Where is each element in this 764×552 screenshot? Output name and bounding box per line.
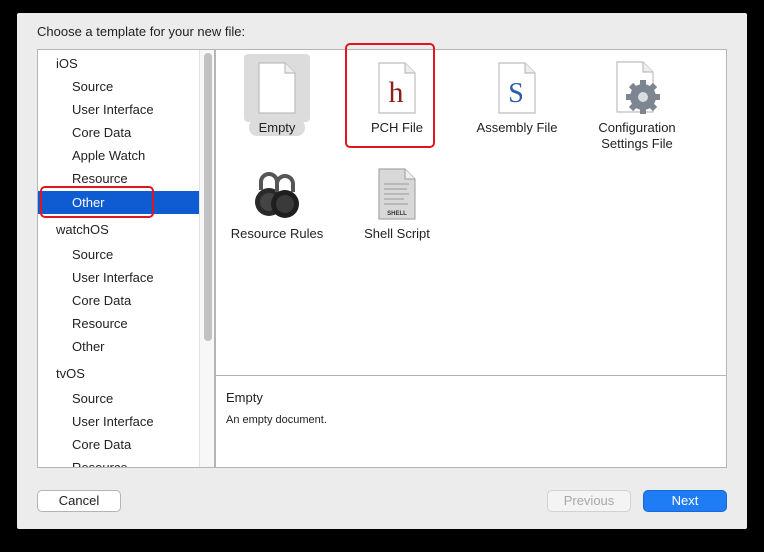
template-shell-script-label: Shell Script: [364, 226, 430, 241]
shell-script-document-icon: SHELL: [364, 160, 430, 228]
shell-badge: SHELL: [387, 211, 407, 217]
template-configuration-label-line2: Settings File: [601, 136, 673, 151]
sidebar-item-watchos-core-data[interactable]: Core Data: [38, 289, 199, 312]
template-gallery: Empty h PCH File S Assembly File Configu…: [215, 49, 727, 376]
previous-button[interactable]: Previous: [547, 490, 631, 512]
sidebar-item-watchos-other[interactable]: Other: [38, 335, 199, 358]
sidebar-item-tvos-user-interface[interactable]: User Interface: [38, 410, 199, 433]
sidebar-group-tvos[interactable]: tvOS: [38, 362, 199, 385]
template-empty-label: Empty: [248, 119, 306, 136]
description-title: Empty: [226, 390, 263, 405]
template-description-panel: Empty An empty document.: [215, 375, 727, 468]
sidebar-scrollbar[interactable]: [200, 50, 214, 467]
sidebar-item-ios-core-data[interactable]: Core Data: [38, 121, 199, 144]
blank-document-icon: [244, 54, 310, 122]
template-assembly-file-label: Assembly File: [476, 120, 558, 135]
template-shell-script[interactable]: SHELL Shell Script: [342, 158, 452, 258]
sidebar-item-watchos-user-interface[interactable]: User Interface: [38, 266, 199, 289]
template-assembly-file[interactable]: S Assembly File: [462, 52, 572, 152]
assembly-s-document-icon: S: [484, 54, 550, 122]
highlight-box-other: [40, 186, 154, 218]
sidebar-scrollbar-thumb[interactable]: [204, 53, 212, 341]
new-file-dialog: Choose a template for your new file: iOS…: [17, 13, 747, 529]
sidebar-group-ios[interactable]: iOS: [38, 52, 199, 75]
sidebar-item-tvos-core-data[interactable]: Core Data: [38, 433, 199, 456]
sidebar-group-watchos[interactable]: watchOS: [38, 218, 199, 241]
padlocks-icon: [244, 160, 310, 228]
sidebar-item-ios-apple-watch[interactable]: Apple Watch: [38, 144, 199, 167]
sidebar-item-ios-user-interface[interactable]: User Interface: [38, 98, 199, 121]
description-text: An empty document.: [226, 414, 327, 426]
sidebar-item-tvos-resource[interactable]: Resource: [38, 456, 199, 467]
next-button[interactable]: Next: [643, 490, 727, 512]
sidebar-item-watchos-resource[interactable]: Resource: [38, 312, 199, 335]
dialog-prompt: Choose a template for your new file:: [37, 24, 246, 39]
template-resource-rules-label: Resource Rules: [230, 226, 324, 241]
template-empty[interactable]: Empty: [222, 52, 332, 152]
sidebar-item-ios-source[interactable]: Source: [38, 75, 199, 98]
template-configuration-settings-file[interactable]: Configuration Settings File: [582, 52, 692, 152]
template-configuration-label-line1: Configuration: [598, 120, 676, 135]
assembly-glyph: S: [508, 78, 524, 109]
sidebar-item-tvos-source[interactable]: Source: [38, 387, 199, 410]
cancel-button[interactable]: Cancel: [37, 490, 121, 512]
template-category-sidebar: iOS Source User Interface Core Data Appl…: [37, 49, 215, 468]
highlight-box-pch-file: [345, 43, 435, 148]
template-resource-rules[interactable]: Resource Rules: [222, 158, 332, 258]
gear-document-icon: [604, 54, 670, 122]
sidebar-item-watchos-source[interactable]: Source: [38, 243, 199, 266]
